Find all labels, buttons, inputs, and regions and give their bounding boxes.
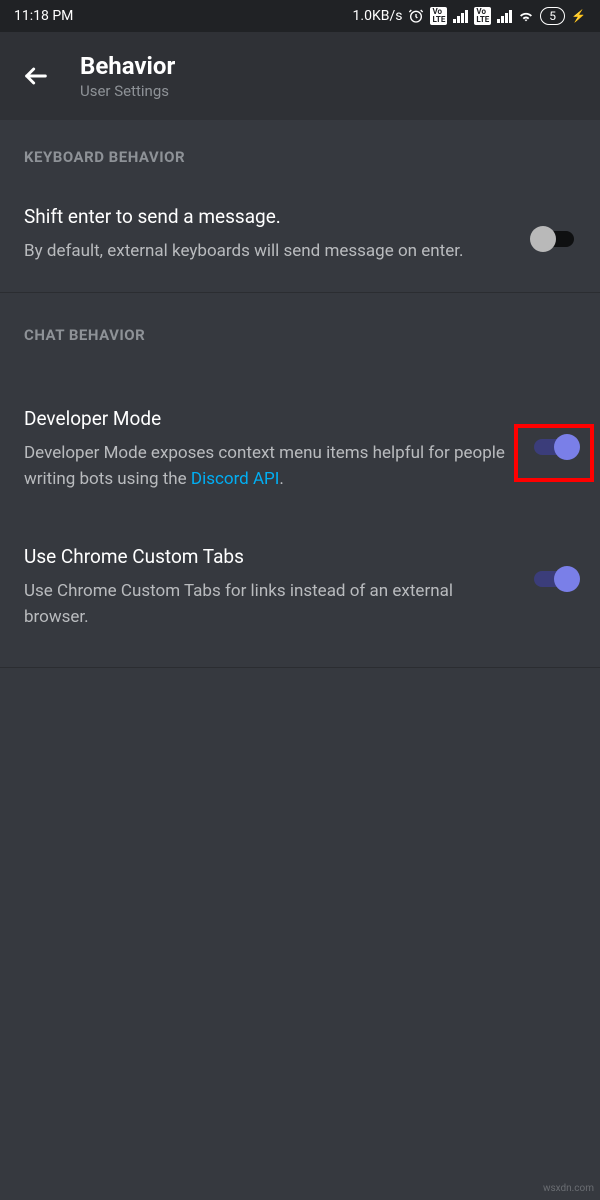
arrow-left-icon [22, 62, 50, 90]
chat-section: CHAT BEHAVIOR Developer Mode Developer M… [0, 312, 600, 659]
charging-icon: ⚡ [571, 9, 586, 23]
developer-mode-toggle[interactable] [532, 436, 576, 458]
toggle-thumb [554, 566, 580, 592]
setting-text: Shift enter to send a message. By defaul… [24, 204, 512, 264]
setting-developer-mode[interactable]: Developer Mode Developer Mode exposes co… [0, 388, 600, 520]
status-right: 1.0KB/s VoLTE VoLTE 5 ⚡ [353, 7, 586, 25]
volte-icon-1: VoLTE [430, 7, 447, 25]
shift-enter-toggle[interactable] [532, 228, 576, 250]
setting-text: Use Chrome Custom Tabs Use Chrome Custom… [24, 544, 512, 630]
header-titles: Behavior User Settings [80, 52, 175, 101]
desc-suffix: . [279, 469, 283, 489]
toggle-thumb [530, 226, 556, 252]
setting-title: Shift enter to send a message. [24, 204, 512, 230]
volte-icon-2: VoLTE [474, 7, 491, 25]
setting-text: Developer Mode Developer Mode exposes co… [24, 406, 512, 492]
setting-description: Use Chrome Custom Tabs for links instead… [24, 578, 512, 631]
setting-description: Developer Mode exposes context menu item… [24, 440, 512, 493]
app-header: Behavior User Settings [0, 32, 600, 120]
battery-indicator: 5 [540, 7, 565, 25]
signal-icon-1 [453, 9, 468, 23]
status-bar: 11:18 PM 1.0KB/s VoLTE VoLTE 5 ⚡ [0, 0, 600, 32]
section-divider [0, 667, 600, 668]
page-subtitle: User Settings [80, 82, 175, 100]
section-divider [0, 292, 600, 312]
discord-api-link[interactable]: Discord API [191, 469, 280, 489]
back-button[interactable] [20, 60, 52, 92]
setting-shift-enter[interactable]: Shift enter to send a message. By defaul… [0, 186, 600, 292]
setting-description: By default, external keyboards will send… [24, 238, 512, 264]
status-network: 1.0KB/s [353, 8, 403, 24]
alarm-icon [408, 8, 424, 24]
setting-chrome-tabs[interactable]: Use Chrome Custom Tabs Use Chrome Custom… [0, 520, 600, 658]
watermark: wsxdn.com [543, 1183, 594, 1194]
status-time: 11:18 PM [14, 8, 73, 24]
setting-title: Use Chrome Custom Tabs [24, 544, 512, 570]
toggle-thumb [554, 434, 580, 460]
setting-title: Developer Mode [24, 406, 512, 432]
content: KEYBOARD BEHAVIOR Shift enter to send a … [0, 120, 600, 668]
chrome-tabs-toggle[interactable] [532, 568, 576, 590]
page-title: Behavior [80, 52, 175, 81]
signal-icon-2 [497, 9, 512, 23]
section-header-keyboard: KEYBOARD BEHAVIOR [0, 148, 600, 186]
wifi-icon [518, 8, 534, 24]
section-header-chat: CHAT BEHAVIOR [0, 312, 600, 388]
